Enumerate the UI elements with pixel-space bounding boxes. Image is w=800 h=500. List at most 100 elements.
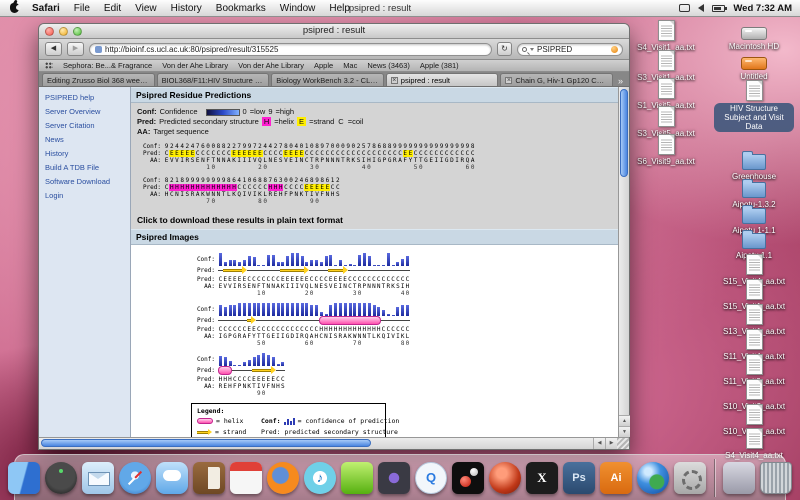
horizontal-scrollbar[interactable]: ◀ ▶ [39, 437, 629, 449]
tab-overflow-button[interactable]: » [614, 76, 627, 86]
apple-menu[interactable] [8, 3, 25, 13]
bookmark-news-3463[interactable]: News (3463) [367, 61, 410, 70]
folder-icon [742, 154, 766, 170]
dock-dashboard-icon[interactable] [45, 462, 77, 494]
close-tab-icon[interactable]: × [391, 77, 398, 84]
sidebar-item-server-citation[interactable]: Server Citation [39, 118, 130, 132]
bookmarks-grid-icon[interactable] [45, 62, 53, 69]
txt-icon [746, 404, 763, 425]
close-tab-icon[interactable]: × [505, 77, 512, 84]
bookmark-mac[interactable]: Mac [343, 61, 357, 70]
vertical-scroll-thumb[interactable] [620, 89, 628, 177]
prediction-key: Conf:Confidence0=low9=high Pred:Predicte… [131, 103, 618, 140]
sidebar-item-history[interactable]: History [39, 146, 130, 160]
desktop-icon-s4-visit1-aa-txt[interactable]: S4_Visit1_aa.txt [626, 20, 706, 52]
displays-icon[interactable] [679, 4, 690, 12]
conf-bar [301, 303, 304, 316]
dock-google-earth-icon[interactable] [637, 462, 669, 494]
menu-safari[interactable]: Safari [25, 3, 67, 14]
row-label: Pred: [191, 376, 215, 383]
bookmark-sephora-be-fragrance[interactable]: Sephora: Be...& Fragrance [63, 61, 152, 70]
window-title-bar[interactable]: psipred : result [39, 24, 629, 39]
minimize-button[interactable] [59, 27, 68, 36]
dock-itunes-icon[interactable]: ♪ [304, 462, 336, 494]
menu-view[interactable]: View [128, 3, 164, 14]
dock-archive-utility-icon[interactable] [723, 462, 755, 494]
dock-mail-icon[interactable] [82, 462, 114, 494]
menu-file[interactable]: File [67, 3, 97, 14]
conf-row: Conf:92442476008822799724427804010897000… [137, 143, 614, 150]
menu-window[interactable]: Window [273, 3, 323, 14]
address-bar[interactable]: http://bioinf.cs.ucl.ac.uk:80/psipred/re… [89, 43, 492, 56]
download-results-link[interactable]: Click to download these results in plain… [131, 211, 618, 229]
sidebar-item-login[interactable]: Login [39, 188, 130, 202]
dock-address-book-icon[interactable] [193, 462, 225, 494]
sidebar-item-software-download[interactable]: Software Download [39, 174, 130, 188]
menu-bookmarks[interactable]: Bookmarks [209, 3, 273, 14]
dock-safari-icon[interactable] [119, 462, 151, 494]
dock-ical-icon[interactable] [230, 462, 262, 494]
volume-icon[interactable] [698, 4, 704, 12]
bookmark-apple[interactable]: Apple [314, 61, 333, 70]
menu-history[interactable]: History [164, 3, 209, 14]
txt-icon [658, 50, 675, 71]
dock-finder-icon[interactable] [8, 462, 40, 494]
dock-rasmol-icon[interactable] [452, 462, 484, 494]
close-button[interactable] [45, 27, 54, 36]
dock-jmol-icon[interactable] [489, 462, 521, 494]
menu-clock[interactable]: Wed 7:32 AM [733, 3, 792, 14]
bookmark-apple-381[interactable]: Apple (381) [420, 61, 459, 70]
tab-chain-g-hiv-1-gp120-core-com[interactable]: ×Chain G, Hiv-1 Gp120 Core Com... [500, 73, 613, 86]
horizontal-scroll-thumb[interactable] [41, 439, 371, 447]
snapback-icon[interactable] [611, 46, 618, 53]
desktop-icon-macintosh-hd[interactable]: Macintosh HD [714, 20, 794, 51]
desktop-icon-untitled[interactable]: Untitled [714, 50, 794, 81]
dock-trash-icon[interactable] [760, 462, 792, 494]
battery-icon[interactable] [712, 5, 725, 12]
resize-grip[interactable] [617, 438, 629, 449]
tab-psipred-result[interactable]: ×psipred : result [386, 73, 499, 86]
tab-biol368-f11-hiv-structure-op[interactable]: BIOL368/F11:HIV Structure - Op... [157, 73, 270, 86]
dock-system-preferences-icon[interactable] [674, 462, 706, 494]
legend-pred-entry: Pred: predicted secondary structure [261, 428, 399, 436]
tab-editing-zrusso-biol-368-week-9-c[interactable]: Editing Zrusso Biol 368 week 9 C... [42, 73, 155, 86]
scroll-up-button[interactable]: ▲ [619, 415, 630, 426]
dock-photoshop-icon[interactable]: Ps [563, 462, 595, 494]
scroll-left-button[interactable]: ◀ [593, 438, 605, 449]
ruler-row: 50 60 70 80 [191, 340, 618, 347]
row-label: AA: [137, 191, 161, 198]
sidebar-item-news[interactable]: News [39, 132, 130, 146]
back-button[interactable]: ◀ [45, 42, 62, 56]
scroll-down-button[interactable]: ▼ [619, 426, 630, 437]
vertical-scrollbar[interactable]: ▲ ▼ [618, 87, 629, 437]
dock-quicktime-icon[interactable]: Q [415, 462, 447, 494]
sidebar-item-build-a-tdb-file[interactable]: Build A TDB File [39, 160, 130, 174]
dock-firefox-icon[interactable] [267, 462, 299, 494]
menu-help[interactable]: Help [322, 3, 357, 14]
conf-key-text: Confidence [160, 107, 198, 116]
dock-illustrator-icon[interactable]: Ai [600, 462, 632, 494]
search-dropdown-icon[interactable] [530, 48, 534, 51]
menu-edit[interactable]: Edit [97, 3, 128, 14]
aa-row: AA:EVVIRSENFTNNAKIIIVQLNESVEINCTRPNNNTRK… [137, 157, 614, 164]
forward-button[interactable]: ▶ [67, 42, 84, 56]
tab-biology-workbench-3-2-clustalw[interactable]: Biology WorkBench 3.2 - CLUSTALW [271, 73, 384, 86]
bookmark-von-der-ahe-library[interactable]: Von der Ahe Library [238, 61, 304, 70]
desktop-icon-s6-visit9-aa-txt[interactable]: S6_Visit9_aa.txt [626, 134, 706, 166]
sidebar-item-psipred-help[interactable]: PSIPRED help [39, 90, 130, 104]
conf-bar [310, 305, 313, 316]
dock-x11-icon[interactable]: X [526, 462, 558, 494]
dock-ichat-icon[interactable] [156, 462, 188, 494]
bookmark-von-der-ahe-library[interactable]: Von der Ahe Library [162, 61, 228, 70]
desktop-icon-hiv-structure-subject-and-visit-data[interactable]: HIV Structure Subject and Visit Data [714, 80, 794, 132]
dock-green-app-icon[interactable] [341, 462, 373, 494]
sidebar-item-server-overview[interactable]: Server Overview [39, 104, 130, 118]
scroll-right-button[interactable]: ▶ [605, 438, 617, 449]
reload-button[interactable]: ↻ [497, 42, 512, 56]
dock-idvd-icon[interactable] [378, 462, 410, 494]
search-field[interactable]: PSIPRED [517, 43, 623, 56]
desktop-icon-greenhouse[interactable]: Greenhouse [714, 150, 794, 181]
conf-bar-chart: Conf: [191, 253, 618, 266]
zoom-button[interactable] [73, 27, 82, 36]
txt-icon [746, 279, 763, 300]
